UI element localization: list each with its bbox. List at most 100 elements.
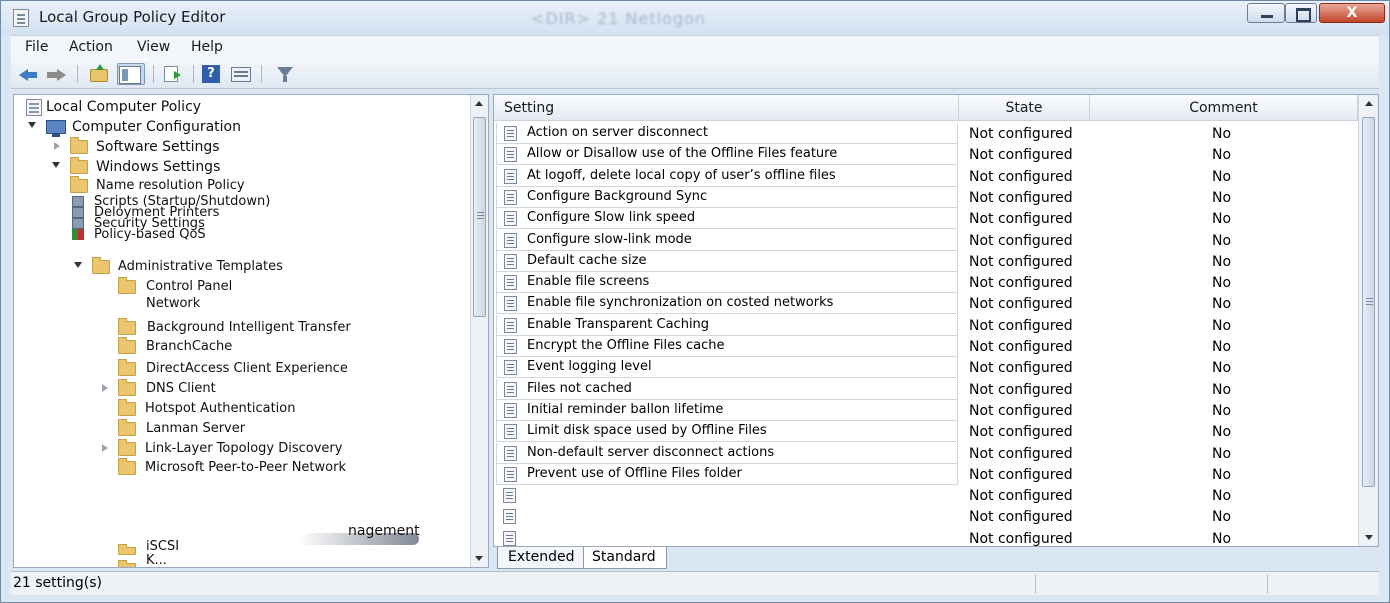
scroll-up-icon[interactable] <box>475 101 483 106</box>
tree-label: DirectAccess Client Experience <box>146 361 348 376</box>
close-button[interactable]: X <box>1319 3 1385 23</box>
tree-scrollbar[interactable] <box>470 95 488 567</box>
setting-cell[interactable]: Limit disk space used by Offline Files <box>496 421 958 443</box>
minimize-button[interactable] <box>1247 3 1285 23</box>
column-header-comment[interactable]: Comment <box>1090 95 1358 121</box>
table-row[interactable]: Configure Slow link speed Not configured N… <box>494 208 1360 230</box>
settings-scroll-thumb[interactable] <box>1362 117 1375 487</box>
export-list-button[interactable] <box>161 63 185 85</box>
setting-cell[interactable]: Enable file screens <box>496 272 958 294</box>
table-row[interactable]: Prevent use of Offline Files folder Not c… <box>494 463 1360 485</box>
forward-button[interactable] <box>45 63 69 85</box>
tree-label: Local Computer Policy <box>46 99 202 115</box>
menu-help[interactable]: Help <box>191 39 223 55</box>
title-bar[interactable]: Local Group Policy Editor <DIR> 21 Netlo… <box>1 1 1389 35</box>
setting-cell[interactable]: Event logging level <box>496 357 958 379</box>
setting-name: Initial reminder ballon lifetime <box>527 401 724 417</box>
table-row[interactable]: At logoff, delete local copy of user’s o… <box>494 165 1360 187</box>
maximize-button[interactable] <box>1285 3 1317 23</box>
table-row[interactable]: Not configured No <box>494 485 1360 506</box>
menu-view[interactable]: View <box>137 39 170 55</box>
table-row[interactable]: Configure slow-link mode Not configured No <box>494 229 1360 251</box>
back-button[interactable] <box>17 63 41 85</box>
expand-arrow-icon[interactable] <box>28 122 36 128</box>
grip-icon <box>477 212 484 213</box>
setting-cell[interactable]: Enable Transparent Caching <box>496 314 958 336</box>
setting-cell[interactable]: Configure Background Sync <box>496 186 958 208</box>
table-row[interactable]: Limit disk space used by Offline Files No… <box>494 421 1360 443</box>
setting-cell[interactable]: Allow or Disallow use of the Offline Fil… <box>496 144 958 166</box>
table-row[interactable]: Default cache size Not configured No <box>494 250 1360 272</box>
table-row[interactable]: Encrypt the Offline Files cache Not confi… <box>494 336 1360 357</box>
security-icon <box>72 218 84 229</box>
properties-button[interactable] <box>229 63 253 85</box>
scroll-up-icon[interactable] <box>1365 101 1373 106</box>
table-row[interactable]: Enable Transparent Caching Not configured… <box>494 314 1360 336</box>
setting-cell[interactable]: Configure slow-link mode <box>496 229 958 251</box>
table-row[interactable]: Enable file synchronization on costed ne… <box>494 293 1360 315</box>
table-row[interactable]: Not configured No <box>494 506 1360 527</box>
setting-name: Files not cached <box>527 380 632 396</box>
table-row[interactable]: Files not cached Not configured No <box>494 378 1360 400</box>
menu-file[interactable]: File <box>25 39 48 55</box>
policy-setting-icon <box>504 126 517 141</box>
comment-cell: No <box>1212 530 1232 547</box>
tree-pane[interactable]: Local Computer Policy Computer Configura… <box>13 94 489 568</box>
table-row[interactable]: Action on server disconnect Not configure… <box>494 123 1360 144</box>
scroll-down-icon[interactable] <box>1365 535 1373 540</box>
setting-cell[interactable]: Files not cached <box>496 378 958 400</box>
table-row[interactable]: Allow or Disallow use of the Offline Fil… <box>494 144 1360 166</box>
setting-cell[interactable]: Default cache size <box>496 250 958 272</box>
setting-cell[interactable]: Encrypt the Offline Files cache <box>496 336 958 357</box>
state-cell: Not configured <box>969 147 1073 164</box>
setting-name: Enable Transparent Caching <box>527 316 710 332</box>
tree-label: Computer Configuration <box>72 119 241 135</box>
table-row[interactable]: Enable file screens Not configured No <box>494 272 1360 294</box>
filter-button[interactable] <box>273 63 297 85</box>
properties-icon <box>231 67 251 82</box>
state-cell: Not configured <box>969 211 1073 228</box>
tree-scroll-thumb[interactable] <box>473 117 486 317</box>
policy-setting-icon <box>504 168 517 184</box>
help-button[interactable]: ? <box>199 63 223 85</box>
setting-cell[interactable] <box>496 485 958 506</box>
comment-cell: No <box>1212 509 1232 526</box>
menu-action[interactable]: Action <box>69 39 113 55</box>
toolbar-separator <box>77 65 78 83</box>
script-icon <box>72 196 84 207</box>
setting-cell[interactable]: Initial reminder ballon lifetime <box>496 399 958 421</box>
collapsed-arrow-icon[interactable] <box>102 444 108 452</box>
scroll-down-icon[interactable] <box>475 556 483 561</box>
state-cell: Not configured <box>969 339 1073 355</box>
collapsed-arrow-icon[interactable] <box>102 384 108 392</box>
tree-label: Microsoft Peer-to-Peer Network <box>145 460 346 475</box>
folder-icon <box>118 544 136 555</box>
show-hide-tree-button[interactable] <box>117 63 145 85</box>
setting-cell[interactable] <box>496 506 958 527</box>
setting-cell[interactable]: Action on server disconnect <box>496 123 958 144</box>
table-row[interactable]: Initial reminder ballon lifetime Not conf… <box>494 399 1360 421</box>
setting-cell[interactable]: Non-default server disconnect actions <box>496 442 958 464</box>
expand-arrow-icon[interactable] <box>74 262 82 268</box>
expand-arrow-icon[interactable] <box>52 162 60 168</box>
setting-cell[interactable]: Prevent use of Offline Files folder <box>496 463 958 485</box>
up-one-level-button[interactable] <box>87 63 111 85</box>
setting-cell[interactable] <box>496 528 958 546</box>
table-row[interactable]: Configure Background Sync Not configured N… <box>494 186 1360 208</box>
tree-label: Network <box>146 296 201 311</box>
tree-label: Link-Layer Topology Discovery <box>145 441 343 456</box>
tab-extended[interactable]: Extended <box>497 547 585 569</box>
column-header-setting[interactable]: Setting <box>494 95 959 121</box>
table-row[interactable]: Event logging level Not configured No <box>494 357 1360 379</box>
column-header-state[interactable]: State <box>959 95 1090 121</box>
setting-cell[interactable]: Configure Slow link speed <box>496 208 958 230</box>
table-row[interactable]: Not configured No <box>494 528 1360 547</box>
settings-scrollbar[interactable] <box>1358 95 1378 546</box>
folder-icon <box>70 176 88 193</box>
collapsed-arrow-icon[interactable] <box>54 142 60 150</box>
setting-cell[interactable]: At logoff, delete local copy of user’s o… <box>496 165 958 187</box>
table-row[interactable]: Non-default server disconnect actions Not… <box>494 442 1360 464</box>
tree-label: Control Panel <box>146 279 233 294</box>
tab-standard[interactable]: Standard <box>583 547 667 569</box>
setting-cell[interactable]: Enable file synchronization on costed ne… <box>496 293 958 315</box>
